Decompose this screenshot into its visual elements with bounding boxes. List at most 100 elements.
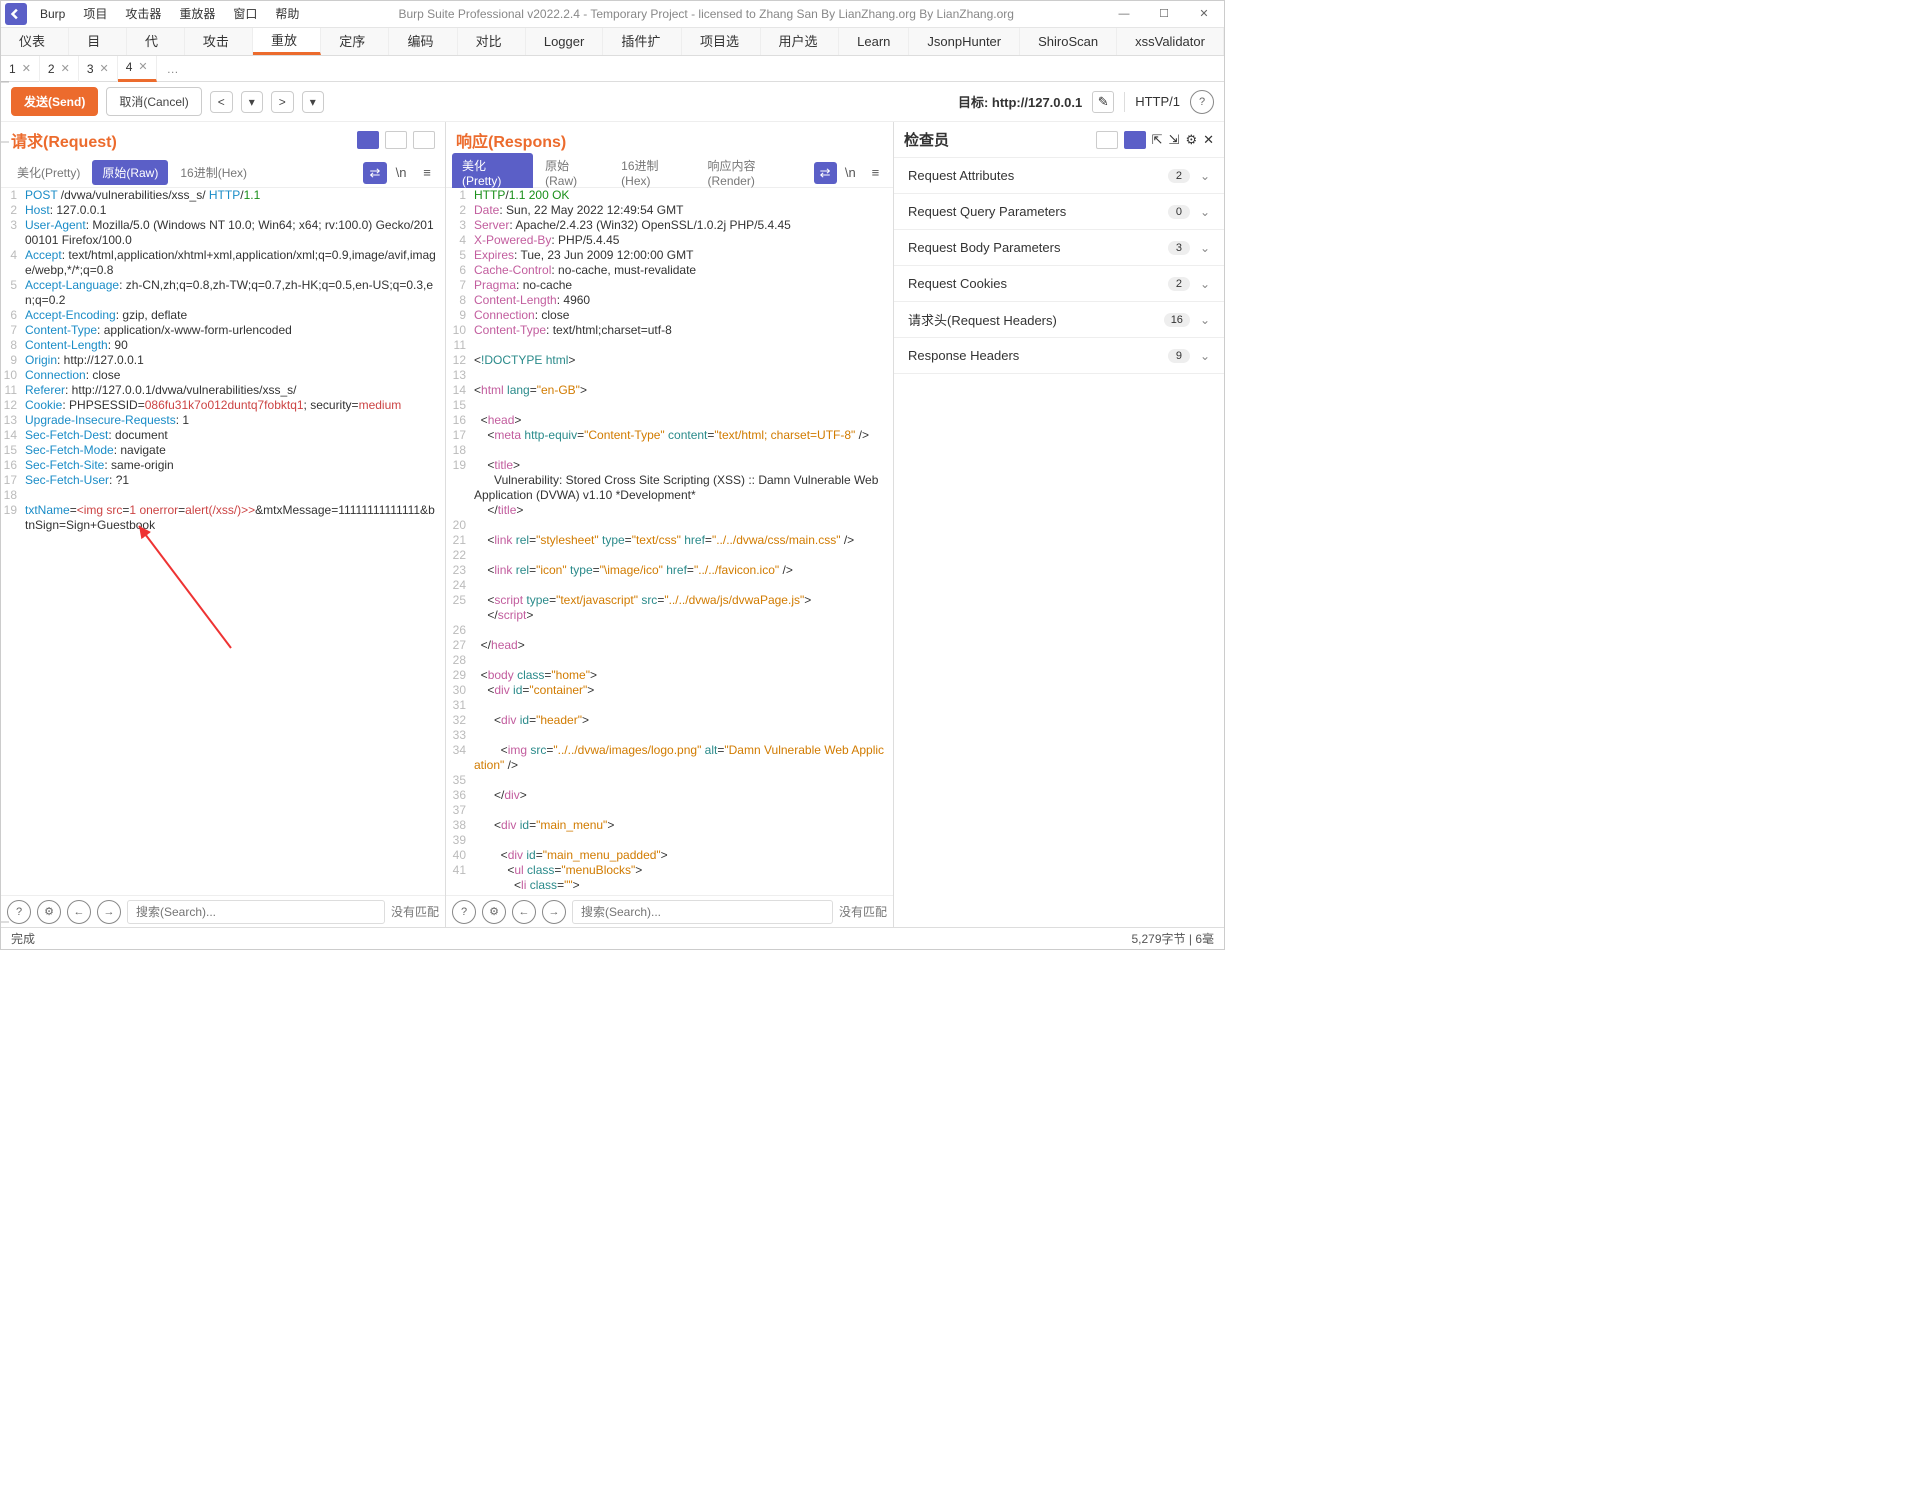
statusbar: 完成 5,279字节 | 6毫 — [1, 927, 1224, 949]
request-view-tabs: 美化(Pretty)原始(Raw)16进制(Hex) ⇄\n≡ — [1, 158, 445, 188]
request-pane: 请求(Request) 美化(Pretty)原始(Raw)16进制(Hex)⇄\… — [1, 122, 446, 927]
menu-burp[interactable]: Burp — [31, 1, 74, 28]
minimize-icon[interactable]: — — [1104, 1, 1144, 28]
tool-icon[interactable]: ⇄ — [363, 162, 387, 184]
back-icon[interactable]: ← — [512, 900, 536, 924]
viewtab[interactable]: 响应内容(Render) — [698, 153, 810, 192]
cancel-button[interactable]: 取消(Cancel) — [106, 87, 201, 116]
layout-single-icon[interactable] — [413, 131, 435, 149]
maintab-ShiroScan[interactable]: ShiroScan — [1020, 28, 1117, 55]
menu-intruder[interactable]: 攻击器 — [116, 1, 170, 28]
maintab-Learn[interactable]: Learn — [839, 28, 909, 55]
prev-button[interactable]: < — [210, 91, 233, 113]
maintab-JsonpHunter[interactable]: JsonpHunter — [909, 28, 1020, 55]
maintab-重放器[interactable]: 重放器 — [253, 28, 321, 55]
response-footer: ? ⚙ ← → 没有匹配 — [446, 895, 893, 927]
inspector-section[interactable]: Request Cookies2⌄ — [894, 266, 1224, 302]
maintab-项目选项[interactable]: 项目选项 — [682, 28, 761, 55]
maintab-对比器[interactable]: 对比器 — [458, 28, 526, 55]
menu-window[interactable]: 窗口 — [224, 1, 266, 28]
layout-a-icon[interactable] — [1096, 131, 1118, 149]
tool-icon[interactable]: \n — [389, 162, 413, 184]
request-search-input[interactable] — [127, 900, 385, 924]
maintab-代理[interactable]: 代理 — [127, 28, 185, 55]
prev-menu[interactable]: ▾ — [241, 91, 263, 113]
viewtab[interactable]: 原始(Raw) — [535, 153, 609, 192]
viewtab[interactable]: 美化(Pretty) — [452, 153, 533, 192]
repeater-tab-3[interactable]: 3✕ — [79, 56, 118, 82]
menu-project[interactable]: 项目 — [74, 1, 116, 28]
maintab-xssValidator[interactable]: xssValidator — [1117, 28, 1224, 55]
inspector-section[interactable]: Request Query Parameters0⌄ — [894, 194, 1224, 230]
maintab-插件扩展[interactable]: 插件扩展 — [603, 28, 682, 55]
settings-icon[interactable]: ⚙ — [1185, 132, 1197, 148]
settings-icon[interactable]: ⚙ — [482, 900, 506, 924]
close-icon[interactable]: ✕ — [1203, 132, 1214, 148]
settings-icon[interactable]: ⚙ — [37, 900, 61, 924]
chevron-down-icon: ⌄ — [1200, 205, 1210, 219]
response-pane: 响应(Respons) 美化(Pretty)原始(Raw)16进制(Hex)响应… — [446, 122, 894, 927]
repeater-tabs: 1✕2✕3✕4✕… — [1, 56, 1224, 82]
forward-icon[interactable]: → — [97, 900, 121, 924]
viewtab[interactable]: 美化(Pretty) — [7, 160, 90, 185]
send-button[interactable]: 发送(Send) — [11, 87, 98, 116]
no-match-label: 没有匹配 — [391, 903, 439, 920]
maintab-定序器[interactable]: 定序器 — [321, 28, 389, 55]
help-icon[interactable]: ? — [1190, 90, 1214, 114]
main-menu: Burp 项目 攻击器 重放器 窗口 帮助 — [31, 1, 308, 28]
http-version[interactable]: HTTP/1 — [1135, 94, 1180, 109]
repeater-tab-1[interactable]: 1✕ — [1, 56, 40, 82]
viewtab[interactable]: 16进制(Hex) — [170, 160, 257, 185]
maintab-Logger[interactable]: Logger — [526, 28, 603, 55]
menu-help[interactable]: 帮助 — [266, 1, 308, 28]
edit-target-icon[interactable]: ✎ — [1092, 91, 1114, 113]
repeater-tab-2[interactable]: 2✕ — [40, 56, 79, 82]
inspector-section[interactable]: 请求头(Request Headers)16⌄ — [894, 302, 1224, 338]
tool-icon[interactable]: ≡ — [415, 162, 439, 184]
viewtab[interactable]: 原始(Raw) — [92, 160, 168, 185]
status-left: 完成 — [11, 930, 35, 947]
layout-rows-icon[interactable] — [385, 131, 407, 149]
expand-icon[interactable]: ⇱ — [1152, 132, 1163, 148]
titlebar: Burp 项目 攻击器 重放器 窗口 帮助 Burp Suite Profess… — [1, 1, 1224, 28]
inspector-section[interactable]: Request Attributes2⌄ — [894, 158, 1224, 194]
close-tab-icon[interactable]: ✕ — [22, 56, 31, 82]
tool-icon[interactable]: ≡ — [864, 162, 887, 184]
response-editor[interactable]: 1HTTP/1.1 200 OK2Date: Sun, 22 May 2022 … — [446, 188, 893, 895]
layout-b-icon[interactable] — [1124, 131, 1146, 149]
back-icon[interactable]: ← — [67, 900, 91, 924]
close-tab-icon[interactable]: ✕ — [61, 56, 70, 82]
maintab-编码器[interactable]: 编码器 — [389, 28, 457, 55]
menu-repeater[interactable]: 重放器 — [170, 1, 224, 28]
help-icon[interactable]: ? — [7, 900, 31, 924]
viewtab[interactable]: 16进制(Hex) — [611, 153, 695, 192]
maximize-icon[interactable]: ☐ — [1144, 1, 1184, 28]
maintab-目标[interactable]: 目标 — [69, 28, 127, 55]
more-tabs[interactable]: … — [157, 62, 189, 76]
collapse-icon[interactable]: ⇲ — [1169, 132, 1180, 148]
maintab-攻击器[interactable]: 攻击器 — [185, 28, 253, 55]
request-editor[interactable]: 1POST /dvwa/vulnerabilities/xss_s/ HTTP/… — [1, 188, 445, 895]
next-button[interactable]: > — [271, 91, 294, 113]
layout-columns-icon[interactable] — [357, 131, 379, 149]
help-icon[interactable]: ? — [452, 900, 476, 924]
chevron-down-icon: ⌄ — [1200, 241, 1210, 255]
inspector-title: 检查员 — [904, 129, 949, 150]
chevron-down-icon: ⌄ — [1200, 349, 1210, 363]
close-icon[interactable]: ✕ — [1184, 1, 1224, 28]
forward-icon[interactable]: → — [542, 900, 566, 924]
inspector-section[interactable]: Request Body Parameters3⌄ — [894, 230, 1224, 266]
maintab-仪表盘[interactable]: 仪表盘 — [1, 28, 69, 55]
repeater-tab-4[interactable]: 4✕ — [118, 56, 157, 82]
tool-icon[interactable]: ⇄ — [814, 162, 837, 184]
window-title: Burp Suite Professional v2022.2.4 - Temp… — [308, 7, 1104, 21]
response-search-input[interactable] — [572, 900, 833, 924]
response-view-tabs: 美化(Pretty)原始(Raw)16进制(Hex)响应内容(Render)⇄\… — [446, 158, 893, 188]
close-tab-icon[interactable]: ✕ — [138, 56, 147, 79]
maintab-用户选项[interactable]: 用户选项 — [761, 28, 840, 55]
close-tab-icon[interactable]: ✕ — [100, 56, 109, 82]
next-menu[interactable]: ▾ — [302, 91, 324, 113]
status-right: 5,279字节 | 6毫 — [1132, 930, 1215, 947]
inspector-section[interactable]: Response Headers9⌄ — [894, 338, 1224, 374]
tool-icon[interactable]: \n — [839, 162, 862, 184]
